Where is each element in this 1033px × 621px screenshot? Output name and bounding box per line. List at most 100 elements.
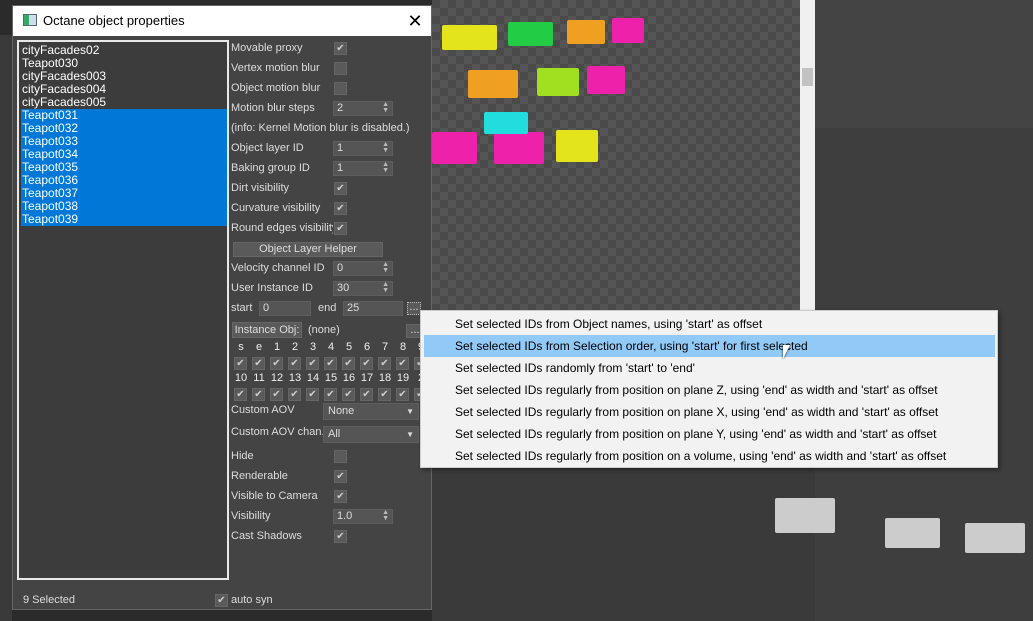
layer-column-label: 16 [342,372,356,384]
menu-item[interactable]: Set selected IDs regularly from position… [424,423,995,445]
layer-checkbox[interactable]: ✔ [378,357,391,370]
layer-checkbox[interactable]: ✔ [234,388,247,401]
dirt-visibility-checkbox[interactable]: ✔ [334,182,347,195]
object-layer-id-label: Object layer ID [231,142,304,154]
start-spinner[interactable]: 0 [259,301,311,316]
instance-obj-button[interactable]: Instance Obj: [232,322,302,338]
custom-aov-label: Custom AOV [231,404,295,416]
velocity-channel-id-spinner[interactable]: 0 ▲ ▼ [333,261,393,276]
visibility-spinner[interactable]: 1.0 ▲ ▼ [333,509,393,524]
layer-checkbox[interactable]: ✔ [396,388,409,401]
viewport-scrollbar[interactable] [800,0,815,310]
spinner-value: 30 [337,282,350,294]
object-list-item[interactable]: Teapot039 [21,213,227,226]
layer-checkbox[interactable]: ✔ [342,357,355,370]
object-motion-blur-checkbox[interactable] [334,82,347,95]
movable-proxy-label: Movable proxy [231,42,303,54]
title-bar[interactable]: Octane object properties ✕ [13,6,431,36]
left-toolbar-strip [0,35,12,621]
spinner-value: 1 [337,162,344,174]
dirt-visibility-label: Dirt visibility [231,182,290,194]
menu-item[interactable]: Set selected IDs from Selection order, u… [424,335,995,357]
layer-checkbox[interactable]: ✔ [396,357,409,370]
baking-group-id-label: Baking group ID [231,162,310,174]
close-button[interactable]: ✕ [403,9,427,33]
menu-item[interactable]: Set selected IDs regularly from position… [424,445,995,467]
hide-checkbox[interactable] [334,450,347,463]
layer-column-label: e [255,341,263,353]
auto-sync-checkbox[interactable]: ✔ [215,594,228,607]
layer-column-label: 12 [270,372,284,384]
layer-checkbox[interactable]: ✔ [342,388,355,401]
set-ids-context-menu: Set selected IDs from Object names, usin… [420,310,998,468]
layer-checkbox[interactable]: ✔ [252,357,265,370]
app-icon [23,14,37,26]
spinner-arrows-icon[interactable]: ▲ ▼ [382,141,389,154]
vertex-motion-blur-checkbox[interactable] [334,62,347,75]
layer-column-label: 1 [273,341,281,353]
custom-aov-dropdown[interactable]: None ▼ [323,403,419,420]
dialog-title: Octane object properties [43,13,185,28]
chevron-down-icon: ▼ [406,430,414,439]
layer-checkbox[interactable]: ✔ [306,388,319,401]
menu-item[interactable]: Set selected IDs regularly from position… [424,401,995,423]
layer-column-label: 13 [288,372,302,384]
hide-label: Hide [231,450,254,462]
layer-column-label: 15 [324,372,338,384]
menu-item[interactable]: Set selected IDs randomly from 'start' t… [424,357,995,379]
layer-checkbox[interactable]: ✔ [288,388,301,401]
layer-column-label: 18 [378,372,392,384]
layer-checkbox[interactable]: ✔ [234,357,247,370]
layer-column-label: 3 [309,341,317,353]
user-instance-id-label: User Instance ID [231,282,313,294]
user-instance-id-spinner[interactable]: 30 ▲ ▼ [333,281,393,296]
more-options-button[interactable]: ... [407,302,421,315]
auto-sync-label: auto syn [231,594,273,606]
instance-obj-value: (none) [308,324,340,336]
menu-item[interactable]: Set selected IDs from Object names, usin… [424,313,995,335]
layer-checkbox[interactable]: ✔ [360,388,373,401]
object-layer-id-spinner[interactable]: 1 ▲ ▼ [333,141,393,156]
layer-column-label: s [238,341,244,353]
curvature-visibility-checkbox[interactable]: ✔ [334,202,347,215]
layer-checkbox[interactable]: ✔ [360,357,373,370]
layer-checkbox[interactable]: ✔ [252,388,265,401]
motion-blur-steps-spinner[interactable]: 2 ▲ ▼ [333,101,393,116]
dropdown-value: All [328,428,341,440]
layer-checkbox[interactable]: ✔ [306,357,319,370]
visible-to-camera-checkbox[interactable]: ✔ [334,490,347,503]
object-layer-helper-button[interactable]: Object Layer Helper [233,242,383,257]
baking-group-id-spinner[interactable]: 1 ▲ ▼ [333,161,393,176]
layer-checkbox[interactable]: ✔ [324,357,337,370]
layer-checkbox[interactable]: ✔ [270,357,283,370]
layer-column-label: 14 [306,372,320,384]
cast-shadows-checkbox[interactable]: ✔ [334,530,347,543]
scrollbar-thumb[interactable] [802,68,813,86]
object-list[interactable]: cityFacades02 Teapot030 cityFacades003 city… [17,40,229,580]
movable-proxy-checkbox[interactable]: ✔ [334,42,347,55]
menu-item[interactable]: Set selected IDs regularly from position… [424,379,995,401]
custom-aov-chan-label: Custom AOV chan. [231,426,325,438]
layer-checkbox[interactable]: ✔ [324,388,337,401]
spinner-arrows-icon[interactable]: ▲ ▼ [382,509,389,522]
layer-checkbox[interactable]: ✔ [378,388,391,401]
spinner-arrows-icon[interactable]: ▲ ▼ [382,261,389,274]
end-label: end [318,302,337,314]
viewport-top[interactable] [432,0,802,310]
spinner-value: 0 [337,262,344,274]
layer-checkbox[interactable]: ✔ [270,388,283,401]
spinner-arrows-icon[interactable]: ▲ ▼ [382,161,389,174]
object-motion-blur-label: Object motion blur [231,82,321,94]
velocity-channel-id-label: Velocity channel ID [231,262,325,274]
spinner-arrows-icon[interactable]: ▲ ▼ [382,281,389,294]
round-edges-visibility-checkbox[interactable]: ✔ [334,222,347,235]
end-spinner[interactable]: 25 [343,301,403,316]
layer-checkbox[interactable]: ✔ [288,357,301,370]
renderable-checkbox[interactable]: ✔ [334,470,347,483]
layer-column-label: 6 [363,341,371,353]
visible-to-camera-label: Visible to Camera [231,490,318,502]
custom-aov-chan-dropdown[interactable]: All ▼ [323,426,419,443]
spinner-value: 1 [337,142,344,154]
spinner-arrows-icon[interactable]: ▲ ▼ [382,101,389,114]
spinner-value: 2 [337,102,344,114]
